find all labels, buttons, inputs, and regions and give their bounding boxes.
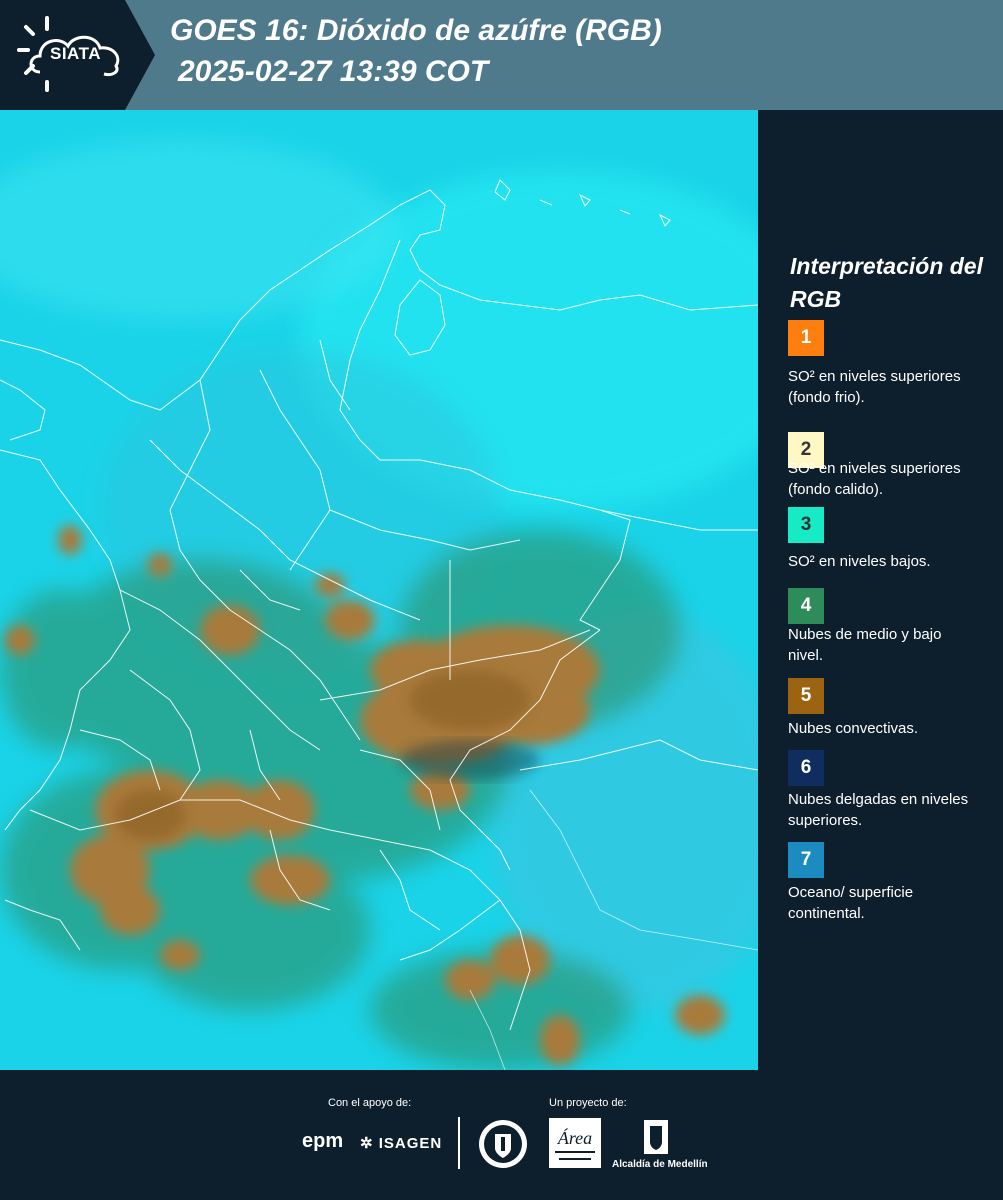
page-title: GOES 16: Dióxido de azúfre (RGB) [170,14,662,47]
epm-logo: epm [302,1130,344,1152]
area-metropolitana-logo: Área [549,1118,601,1168]
legend-label-5: Nubes convectivas. [788,720,919,737]
legend-swatch-4: 4 [788,588,824,624]
siata-logo: SIATA [0,0,155,110]
support-label: Con el apoyo de: [328,1097,412,1109]
legend-swatch-6: 6 [788,750,824,786]
page-timestamp: 2025-02-27 13:39 COT [178,55,489,88]
legend-label-6: Nubes delgadas en niveles superiores. [788,791,969,829]
footer: Con el apoyo de: Un proyecto de: epm ✲ I… [0,1070,1003,1200]
medellin-seal-icon [479,1120,527,1168]
header-bar: SIATA GOES 16: Dióxido de azúfre (RGB) 2… [0,0,1003,110]
legend-swatch-5: 5 [788,678,824,714]
legend-swatch-1: 1 [788,320,824,356]
legend-label-7: Oceano/ superficie continental. [788,884,914,922]
legend-label-2: SO² en niveles superiores (fondo calido)… [788,460,961,498]
legend-swatch-3: 3 [788,507,824,543]
svg-text:Área: Área [557,1127,592,1148]
footer-divider [458,1117,460,1169]
legend-panel: Interpretación del RGB 1 SO² en niveles s… [760,110,1003,1070]
isagen-logo: ✲ ISAGEN [360,1135,443,1152]
legend-label-1: SO² en niveles superiores (fondo frio). [788,368,961,406]
alcaldia-medellin-logo [644,1120,668,1154]
satellite-map [0,110,758,1070]
legend-swatch-7: 7 [788,842,824,878]
legend-label-4: Nubes de medio y bajo nivel. [788,626,942,664]
project-label: Un proyecto de: [549,1097,627,1109]
alcaldia-text: Alcaldía de Medellín [612,1159,708,1170]
legend-title: Interpretación del RGB [790,253,983,312]
legend-label-3: SO² en niveles bajos. [788,553,931,570]
logo-text: SIATA [50,44,101,63]
